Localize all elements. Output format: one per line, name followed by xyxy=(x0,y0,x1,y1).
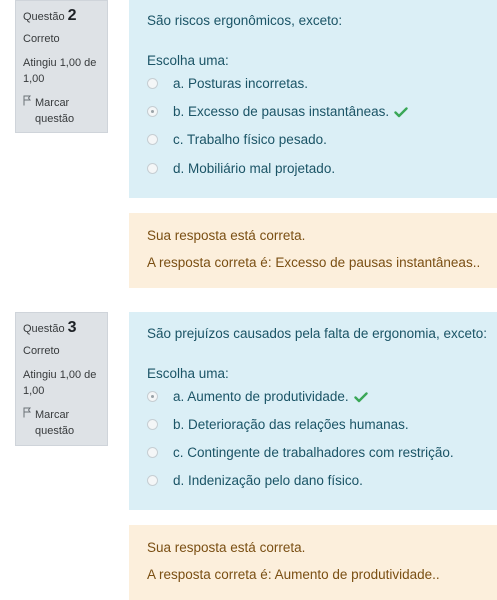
answer-feedback: Sua resposta está correta. A resposta co… xyxy=(129,213,497,288)
question-info: Questão 3 Correto Atingiu 1,00 de 1,00 M… xyxy=(15,312,108,446)
answer-option-label: d. Indenização pelo dano físico. xyxy=(173,473,363,488)
answer-option[interactable]: c. Trabalho físico pesado. xyxy=(147,132,327,147)
flag-question-label: Marcar questão xyxy=(35,97,75,125)
question-label: Questão xyxy=(23,323,65,335)
correct-check-icon xyxy=(394,106,408,118)
answer-option[interactable]: a. Aumento de produtividade. xyxy=(147,389,368,404)
question-label: Questão xyxy=(23,11,65,23)
radio-button[interactable] xyxy=(147,419,158,430)
question-number-value: 3 xyxy=(67,319,77,336)
answer-option-label: a. Posturas incorretas. xyxy=(173,76,309,91)
answer-option-label: c. Contingente de trabalhadores com rest… xyxy=(173,445,454,460)
flag-icon xyxy=(23,407,35,439)
answer-option-label: b. Deterioração das relações humanas. xyxy=(173,417,409,432)
question-formulation: São riscos ergonômicos, exceto: Escolha … xyxy=(129,0,497,198)
answer-option-label: c. Trabalho físico pesado. xyxy=(173,132,327,147)
question-text: São riscos ergonômicos, exceto: xyxy=(147,13,343,28)
radio-button-selected[interactable] xyxy=(147,106,158,117)
question-state: Correto xyxy=(23,345,60,357)
correct-check-icon xyxy=(353,391,368,403)
question-number: Questão 2 xyxy=(23,7,100,25)
radio-button[interactable] xyxy=(147,475,158,486)
answer-option[interactable]: a. Posturas incorretas. xyxy=(147,76,308,91)
answer-option-label: b. Excesso de pausas instantâneas. xyxy=(173,104,390,119)
question-info: Questão 2 Correto Atingiu 1,00 de 1,00 M… xyxy=(15,0,108,133)
flag-question-label: Marcar questão xyxy=(35,409,75,437)
radio-button-selected[interactable] xyxy=(147,391,158,402)
question-formulation: São prejuízos causados pela falta de erg… xyxy=(129,312,497,510)
question-grade: Atingiu 1,00 de 1,00 xyxy=(23,57,97,85)
answer-option-label: a. Aumento de produtividade. xyxy=(173,389,349,404)
radio-button[interactable] xyxy=(147,134,158,145)
answer-option-label: d. Mobiliário mal projetado. xyxy=(173,161,336,176)
answer-option[interactable]: b. Deterioração das relações humanas. xyxy=(147,417,409,432)
answer-prompt: Escolha uma: xyxy=(147,366,229,381)
question-grade: Atingiu 1,00 de 1,00 xyxy=(23,369,97,397)
feedback-status: Sua resposta está correta. xyxy=(147,540,306,555)
radio-button[interactable] xyxy=(147,163,158,174)
feedback-correct-answer: A resposta correta é: Aumento de produti… xyxy=(147,567,440,582)
answer-feedback: Sua resposta está correta. A resposta co… xyxy=(129,525,497,600)
question-text: São prejuízos causados pela falta de erg… xyxy=(147,326,487,341)
question-number: Questão 3 xyxy=(23,319,100,337)
flag-icon xyxy=(23,95,35,127)
answer-option[interactable]: c. Contingente de trabalhadores com rest… xyxy=(147,445,454,460)
answer-option[interactable]: b. Excesso de pausas instantâneas. xyxy=(147,104,408,119)
question-number-value: 2 xyxy=(67,7,77,24)
radio-button[interactable] xyxy=(147,447,158,458)
feedback-correct-answer: A resposta correta é: Excesso de pausas … xyxy=(147,255,481,270)
flag-question-link[interactable]: Marcar questão xyxy=(23,95,100,127)
flag-question-link[interactable]: Marcar questão xyxy=(23,407,100,439)
question-state: Correto xyxy=(23,33,60,45)
answer-prompt: Escolha uma: xyxy=(147,53,229,68)
radio-button[interactable] xyxy=(147,78,158,89)
answer-option[interactable]: d. Indenização pelo dano físico. xyxy=(147,473,363,488)
feedback-status: Sua resposta está correta. xyxy=(147,228,306,243)
answer-option[interactable]: d. Mobiliário mal projetado. xyxy=(147,161,335,176)
